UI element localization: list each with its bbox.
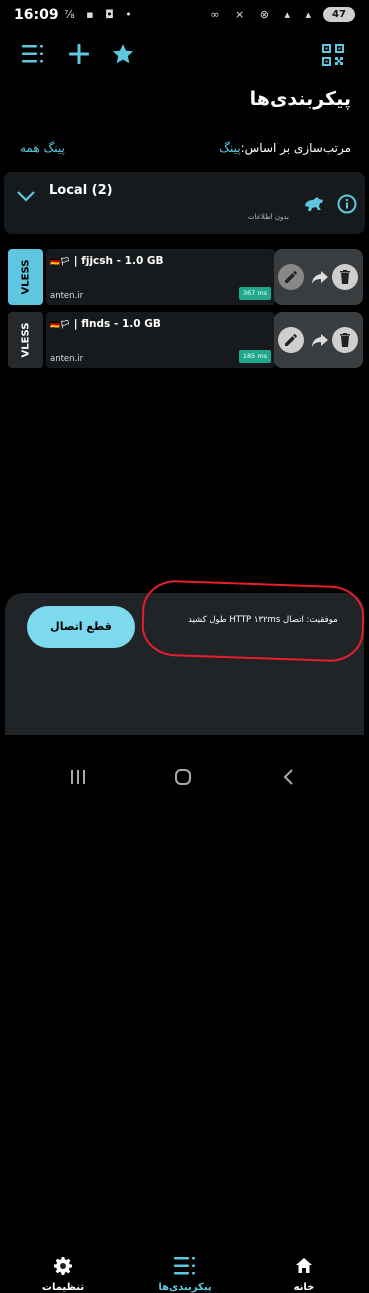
server-name: 🇩🇪🏳 | fjjcsh - 1.0 GB: [50, 255, 164, 267]
highlight-annotation: [140, 579, 366, 663]
protocol-badge: VLESS: [8, 249, 43, 305]
list-icon: [145, 1256, 225, 1278]
disconnect-button[interactable]: قطع اتصال: [27, 606, 135, 648]
server-host: anten.ir: [50, 354, 84, 364]
server-row[interactable]: VLESS 🇩🇪🏳 | fjjcsh - 1.0 GB anten.ir 367…: [8, 249, 363, 305]
nav-label: پیکربندی‌ها: [158, 1282, 212, 1293]
nav-home[interactable]: خانه: [264, 1256, 344, 1293]
recent-apps-icon[interactable]: [70, 769, 86, 788]
sort-value[interactable]: پینگ: [219, 141, 240, 155]
menu-icon[interactable]: [22, 44, 44, 68]
gear-icon: [23, 1256, 103, 1278]
system-navigation-bar: [0, 735, 369, 800]
chevron-down-icon[interactable]: [16, 188, 36, 207]
flag-icon: 🇩🇪🏳: [50, 257, 71, 266]
page-title: پیکربندی‌ها: [249, 88, 351, 110]
ping-badge: 185 ms: [239, 350, 271, 363]
share-icon[interactable]: [306, 327, 332, 353]
delete-icon[interactable]: [332, 327, 358, 353]
info-icon[interactable]: [337, 194, 357, 218]
system-status-icons: ∞ ⨯ ⊗ ▴ ▴: [210, 8, 317, 21]
nav-settings[interactable]: تنظیمات: [23, 1256, 103, 1293]
server-actions: [274, 249, 363, 305]
home-button-icon[interactable]: [175, 769, 191, 789]
flag-icon: 🇩🇪🏳: [50, 320, 71, 329]
nav-label: تنظیمات: [41, 1282, 85, 1293]
nav-label: خانه: [293, 1282, 315, 1293]
group-card[interactable]: Local (2) بدون اطلاعات: [4, 172, 365, 234]
nav-configs[interactable]: پیکربندی‌ها: [145, 1256, 225, 1293]
dog-icon: [302, 194, 326, 219]
status-bar: 16:09 ⅞ ▪ ◘ • ∞ ⨯ ⊗ ▴ ▴ 47: [0, 0, 369, 30]
add-icon[interactable]: [68, 43, 90, 69]
group-info: بدون اطلاعات: [248, 213, 289, 221]
home-icon: [264, 1256, 344, 1278]
server-host: anten.ir: [50, 291, 84, 301]
server-actions: [274, 312, 363, 368]
qr-code-icon[interactable]: [321, 43, 345, 71]
edit-icon[interactable]: [278, 327, 304, 353]
ping-all-button[interactable]: پینگ همه: [20, 141, 65, 155]
sort-selector[interactable]: مرتب‌سازی بر اساس:پینگ: [219, 141, 351, 155]
group-name: Local (2): [49, 183, 113, 198]
server-card[interactable]: 🇩🇪🏳 | fjjcsh - 1.0 GB anten.ir 367 ms: [46, 249, 275, 305]
notification-icons: ⅞ ▪ ◘ •: [64, 8, 136, 21]
server-name: 🇩🇪🏳 | flnds - 1.0 GB: [50, 318, 161, 330]
protocol-badge: VLESS: [8, 312, 43, 368]
status-time: 16:09: [14, 7, 59, 23]
star-icon[interactable]: [110, 42, 136, 71]
edit-icon[interactable]: [278, 264, 304, 290]
back-icon[interactable]: [282, 769, 294, 789]
battery-icon: 47: [323, 7, 355, 22]
ping-badge: 367 ms: [239, 287, 271, 300]
delete-icon[interactable]: [332, 264, 358, 290]
share-icon[interactable]: [306, 264, 332, 290]
server-row[interactable]: VLESS 🇩🇪🏳 | flnds - 1.0 GB anten.ir 185 …: [8, 312, 363, 368]
sort-label: مرتب‌سازی بر اساس:: [240, 141, 351, 155]
server-card[interactable]: 🇩🇪🏳 | flnds - 1.0 GB anten.ir 185 ms: [46, 312, 275, 368]
